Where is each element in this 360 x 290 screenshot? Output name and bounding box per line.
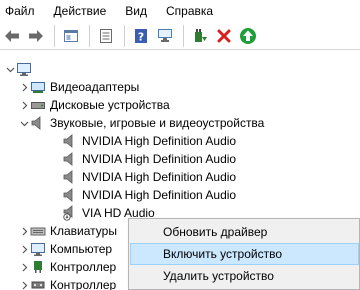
speaker-disabled-icon — [62, 205, 78, 221]
enable-icon[interactable] — [238, 26, 258, 46]
tree-item-label: NVIDIA High Definition Audio — [82, 152, 237, 166]
tree-item-nvidia-audio-2[interactable]: NVIDIA High Definition Audio — [62, 150, 236, 168]
help-icon[interactable]: ? — [131, 26, 151, 46]
chevron-down-icon[interactable] — [18, 114, 30, 132]
disk-drive-icon — [30, 97, 46, 113]
tree-item-label: Звуковые, игровые и видеоустройства — [50, 116, 265, 130]
toolbar-separator — [183, 24, 184, 47]
chevron-right-icon[interactable] — [18, 276, 30, 290]
chevron-right-icon[interactable] — [18, 78, 30, 96]
tree-item-label: Клавиатуры — [50, 224, 117, 238]
chevron-down-icon[interactable] — [4, 60, 16, 78]
tree-item-sound-devices[interactable]: Звуковые, игровые и видеоустройства — [18, 114, 264, 132]
chevron-right-icon[interactable] — [18, 96, 30, 114]
context-menu-update-driver[interactable]: Обновить драйвер — [130, 221, 359, 243]
speaker-icon — [62, 133, 78, 149]
menu-help[interactable]: Справка — [166, 0, 213, 22]
tree-item-label: NVIDIA High Definition Audio — [82, 170, 237, 184]
update-driver-icon[interactable] — [190, 26, 210, 46]
tree-root[interactable] — [4, 60, 36, 78]
speaker-icon — [30, 115, 46, 131]
properties-icon[interactable] — [61, 26, 81, 46]
tree-item-controller-2[interactable]: Контроллер — [18, 276, 116, 290]
controller-icon — [30, 259, 46, 275]
scan-icon[interactable] — [155, 26, 175, 46]
menu-bar: Файл Действие Вид Справка — [0, 0, 360, 22]
svg-text:?: ? — [138, 30, 144, 43]
tree-item-label: Контроллер — [50, 260, 117, 274]
context-menu-enable-device[interactable]: Включить устройство — [130, 243, 359, 265]
chevron-right-icon[interactable] — [18, 240, 30, 258]
speaker-icon — [62, 151, 78, 167]
context-menu: Обновить драйвер Включить устройство Уда… — [128, 218, 360, 290]
tree-item-label: NVIDIA High Definition Audio — [82, 134, 237, 148]
controller-icon — [30, 277, 46, 290]
tree-item-nvidia-audio-1[interactable]: NVIDIA High Definition Audio — [62, 132, 236, 150]
tree-item-computer[interactable]: Компьютер — [18, 240, 112, 258]
toolbar: ? — [0, 22, 360, 50]
toolbar-separator — [89, 24, 90, 47]
toolbar-separator — [124, 24, 125, 47]
tree-item-video-adapters[interactable]: Видеоадаптеры — [18, 78, 139, 96]
keyboard-icon — [30, 223, 46, 239]
tree-item-label: Дисковые устройства — [50, 98, 170, 112]
chevron-right-icon[interactable] — [18, 258, 30, 276]
tree-item-label: NVIDIA High Definition Audio — [82, 188, 237, 202]
speaker-icon — [62, 187, 78, 203]
tree-item-disk-drives[interactable]: Дисковые устройства — [18, 96, 170, 114]
tree-item-label: Контроллер — [50, 278, 117, 290]
forward-icon[interactable] — [26, 26, 46, 46]
computer-icon — [30, 241, 46, 257]
menu-file[interactable]: Файл — [5, 0, 35, 22]
speaker-icon — [62, 169, 78, 185]
back-icon[interactable] — [2, 26, 22, 46]
console-icon[interactable] — [96, 26, 116, 46]
display-adapter-icon — [30, 79, 46, 95]
tree-item-nvidia-audio-4[interactable]: NVIDIA High Definition Audio — [62, 186, 236, 204]
uninstall-icon[interactable] — [214, 26, 234, 46]
toolbar-separator — [54, 24, 55, 47]
context-menu-uninstall-device[interactable]: Удалить устройство — [130, 265, 359, 287]
tree-item-nvidia-audio-3[interactable]: NVIDIA High Definition Audio — [62, 168, 236, 186]
tree-item-label: Видеоадаптеры — [50, 80, 140, 94]
tree-item-controller-1[interactable]: Контроллер — [18, 258, 116, 276]
tree-item-keyboards[interactable]: Клавиатуры — [18, 222, 117, 240]
computer-icon — [16, 61, 32, 77]
menu-view[interactable]: Вид — [125, 0, 147, 22]
chevron-right-icon[interactable] — [18, 222, 30, 240]
tree-item-label: Компьютер — [50, 242, 113, 256]
menu-action[interactable]: Действие — [54, 0, 107, 22]
